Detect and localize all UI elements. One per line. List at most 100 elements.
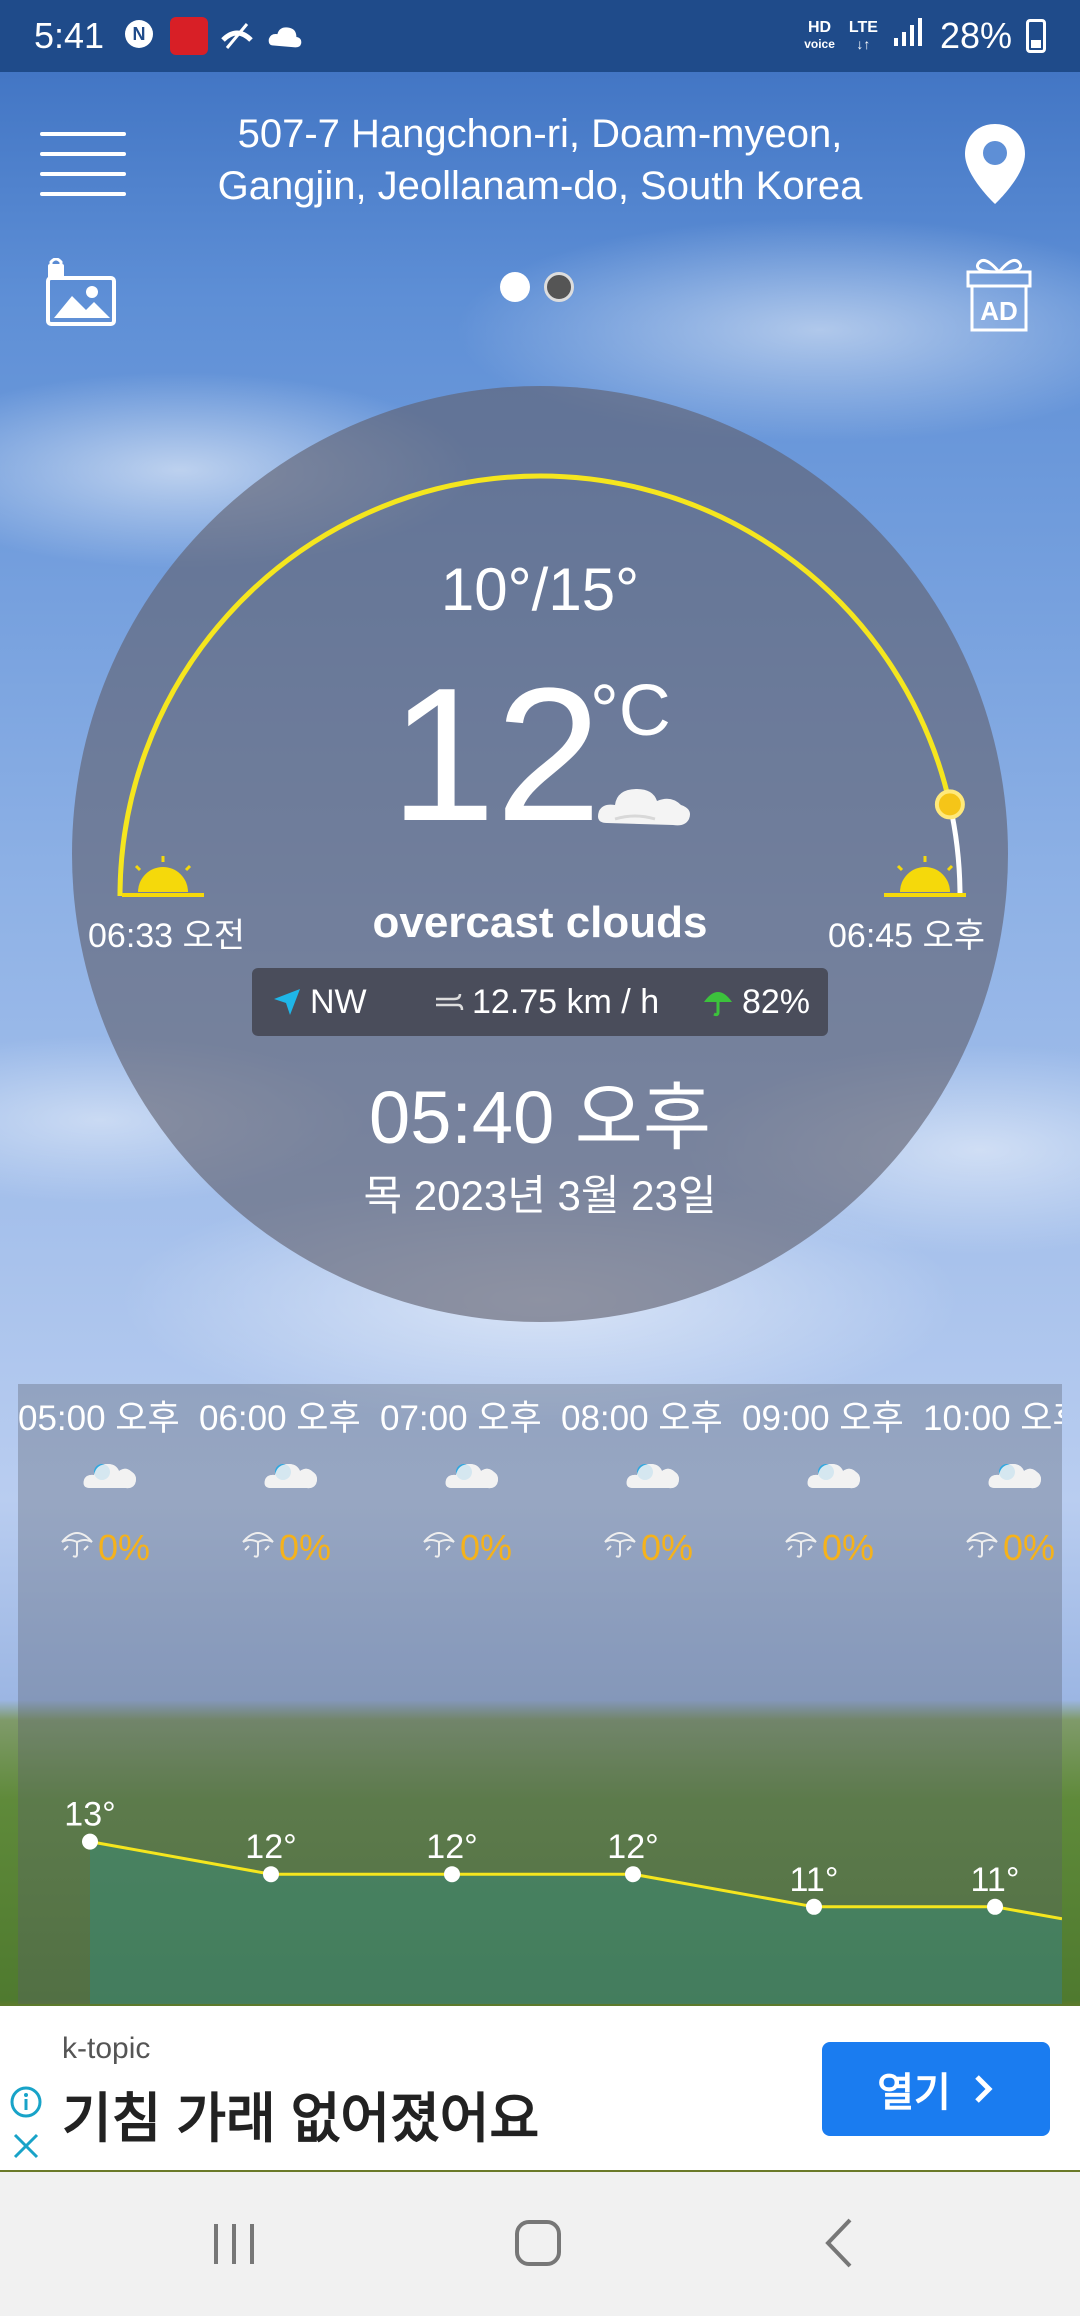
- navigation-n-icon: N: [122, 17, 160, 55]
- address-line-1: 507-7 Hangchon-ri, Doam-myeon,: [237, 112, 843, 156]
- wind-direction: NW: [264, 983, 434, 1022]
- cloud-icon: [266, 17, 304, 55]
- hour-time: 06:00 오후: [199, 1399, 361, 1438]
- hour-time: 05:00 오후: [18, 1399, 180, 1438]
- location-header: 507-7 Hangchon-ri, Doam-myeon, Gangjin, …: [0, 100, 1080, 220]
- ad-info-icon[interactable]: [10, 2086, 42, 2118]
- sun-position-marker: [934, 789, 965, 820]
- temperature-label: 12°: [245, 1828, 296, 1866]
- temperature-label: 12°: [607, 1828, 658, 1866]
- rain-chance: 0%: [60, 1526, 150, 1569]
- hour-forecast-item: 08:00 오후 0%: [561, 1384, 741, 1584]
- hd-voice-indicator: HD voice: [804, 19, 835, 52]
- umbrella-icon: [422, 1526, 456, 1569]
- temperature-unit: °C: [590, 671, 671, 751]
- cloud-sun-icon: [806, 1454, 862, 1494]
- wind-speed: 12.75 km / h: [434, 983, 684, 1022]
- umbrella-icon: [703, 992, 732, 1017]
- current-temperature-group: 12 °C: [390, 649, 710, 861]
- ad-open-button[interactable]: 열기: [822, 2042, 1050, 2136]
- address-line-2: Gangjin, Jeollanam-do, South Korea: [217, 164, 863, 208]
- hour-forecast-item: 10:00 오후 0%: [923, 1384, 1062, 1584]
- back-button[interactable]: [806, 2208, 876, 2278]
- rain-chance: 0%: [241, 1526, 331, 1569]
- sunrise-icon: [118, 850, 208, 900]
- ad-banner[interactable]: k-topic 기침 가래 없어졌어요 열기: [0, 2006, 1080, 2170]
- rain-chance-value: 0%: [1003, 1526, 1056, 1568]
- rain-chance: 0%: [422, 1526, 512, 1569]
- toolbar-row: AD: [0, 250, 1080, 340]
- recent-apps-button[interactable]: [200, 2208, 270, 2278]
- chevron-right-icon: [975, 2075, 993, 2103]
- temperature-label: 11°: [971, 1861, 1020, 1899]
- battery-icon: [1026, 19, 1046, 53]
- svg-text:N: N: [133, 24, 146, 44]
- current-time: 05:40 오후: [369, 1076, 711, 1159]
- temperature-point: [444, 1866, 460, 1883]
- page-indicator: [500, 272, 574, 302]
- hour-forecast-item: 09:00 오후 0%: [742, 1384, 922, 1584]
- temperature-point: [82, 1833, 98, 1850]
- temperature-label: 11°: [790, 1861, 839, 1899]
- umbrella-icon: [784, 1526, 818, 1569]
- image-lock-icon: [46, 257, 116, 326]
- wind-humidity-bar: NW 12.75 km / h 82%: [252, 968, 828, 1036]
- umbrella-icon: [241, 1526, 275, 1569]
- home-button[interactable]: [503, 2208, 573, 2278]
- temperature-label: 13°: [64, 1796, 115, 1834]
- news-app-icon: [170, 17, 209, 55]
- umbrella-icon: [603, 1526, 637, 1569]
- ad-gift-button[interactable]: AD: [964, 254, 1034, 334]
- ad-headline: 기침 가래 없어졌어요: [62, 2089, 540, 2149]
- temperature-point: [806, 1898, 822, 1915]
- rain-chance-value: 0%: [460, 1526, 513, 1568]
- current-date: 목 2023년 3월 23일: [363, 1172, 717, 1219]
- sunset-icon: [880, 850, 970, 900]
- back-icon: [825, 2218, 852, 2268]
- cloud-sun-icon: [444, 1454, 500, 1494]
- hourly-forecast-panel[interactable]: 13° 12° 12° 12° 11° 11° 05:00 오후 0% 06:00 오후 0% 0…: [18, 1384, 1062, 2004]
- cloud-sun-icon: [987, 1454, 1043, 1494]
- min-max-temperature: 10°/15°: [440, 556, 640, 623]
- temperature-point: [625, 1866, 641, 1883]
- overcast-cloud-icon: [598, 789, 690, 826]
- location-pin-button[interactable]: [960, 120, 1030, 210]
- page-dot-2[interactable]: [544, 272, 574, 302]
- cloud-sun-icon: [82, 1454, 138, 1494]
- lte-indicator: LTE ↓↑: [848, 19, 878, 53]
- hour-forecast-item: 05:00 오후 0%: [18, 1384, 198, 1584]
- map-pin-icon: [965, 124, 1025, 204]
- location-address[interactable]: 507-7 Hangchon-ri, Doam-myeon, Gangjin, …: [170, 108, 910, 212]
- ad-source: k-topic: [62, 2032, 151, 2065]
- gift-ad-icon: AD: [966, 258, 1032, 332]
- signal-icon: [892, 15, 926, 57]
- hour-time: 09:00 오후: [742, 1399, 904, 1438]
- rain-chance-value: 0%: [641, 1526, 694, 1568]
- rain-chance: 0%: [965, 1526, 1055, 1569]
- rain-chance: 0%: [603, 1526, 693, 1569]
- menu-button[interactable]: [40, 128, 130, 198]
- cloud-sun-icon: [263, 1454, 319, 1494]
- page-dot-1[interactable]: [500, 272, 530, 302]
- humidity: 82%: [702, 983, 816, 1022]
- hour-time: 07:00 오후: [380, 1399, 542, 1438]
- hourly-temperature-graph: 13° 12° 12° 12° 11° 11°: [64, 1796, 1062, 2004]
- status-time: 5:41: [34, 15, 105, 56]
- hour-time: 08:00 오후: [561, 1399, 723, 1438]
- hour-forecast-item: 07:00 오후 0%: [380, 1384, 560, 1584]
- weather-description: overcast clouds: [372, 898, 708, 947]
- rain-chance: 0%: [784, 1526, 874, 1569]
- background-photo-button[interactable]: [44, 257, 120, 328]
- current-temperature: 12: [390, 649, 602, 861]
- home-icon: [515, 2220, 561, 2266]
- temperature-label: 12°: [426, 1828, 477, 1866]
- system-nav-bar: [0, 2172, 1080, 2316]
- temperature-point: [987, 1898, 1003, 1915]
- recent-apps-icon: [214, 2224, 254, 2264]
- wind-direction-arrow-icon: [274, 989, 300, 1015]
- ad-close-icon[interactable]: [10, 2130, 42, 2162]
- temperature-area-fill: [90, 1841, 1062, 2004]
- missed-call-icon: [218, 17, 256, 55]
- rain-chance-value: 0%: [279, 1526, 332, 1568]
- hour-time: 10:00 오후: [923, 1399, 1062, 1438]
